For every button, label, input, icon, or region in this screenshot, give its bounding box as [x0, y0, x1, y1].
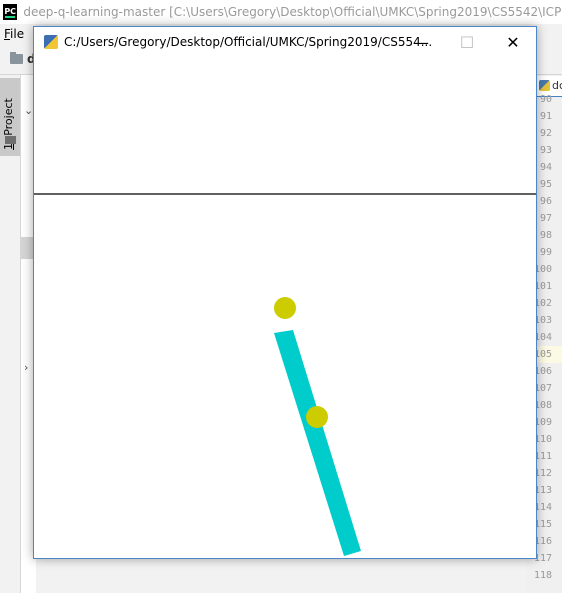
- pycharm-logo-icon: PC: [3, 4, 18, 20]
- editor-tab-label: dc: [552, 79, 562, 92]
- menu-file[interactable]: File: [4, 27, 24, 41]
- ide-titlebar: PC deep-q-learning-master [C:\Users\Greg…: [0, 0, 562, 25]
- folder-icon: [10, 52, 23, 64]
- project-folder-icon: [5, 136, 16, 144]
- project-tab-mnemonic: 1: [2, 143, 15, 150]
- ide-title: deep-q-learning-master [C:\Users\Gregory…: [23, 5, 562, 19]
- maximize-button[interactable]: ☐: [444, 27, 490, 57]
- pole-top-joint: [274, 297, 296, 319]
- chevron-right-icon[interactable]: ›: [24, 361, 28, 374]
- python-icon: [44, 35, 58, 49]
- cartpole-window: C:/Users/Gregory/Desktop/Official/UMKC/S…: [33, 26, 537, 559]
- menu-file-rest: ile: [10, 27, 25, 41]
- chevron-down-icon[interactable]: ⌄: [24, 104, 33, 117]
- close-button[interactable]: ✕: [490, 27, 536, 57]
- python-file-icon: [539, 80, 550, 91]
- pole-middle-joint: [306, 406, 328, 428]
- line-number: 118: [533, 570, 552, 581]
- cartpole-canvas: [34, 193, 536, 556]
- window-title: C:/Users/Gregory/Desktop/Official/UMKC/S…: [64, 35, 433, 49]
- minimize-button[interactable]: —: [398, 27, 444, 57]
- window-titlebar[interactable]: C:/Users/Gregory/Desktop/Official/UMKC/S…: [34, 27, 536, 57]
- pole: [274, 330, 361, 556]
